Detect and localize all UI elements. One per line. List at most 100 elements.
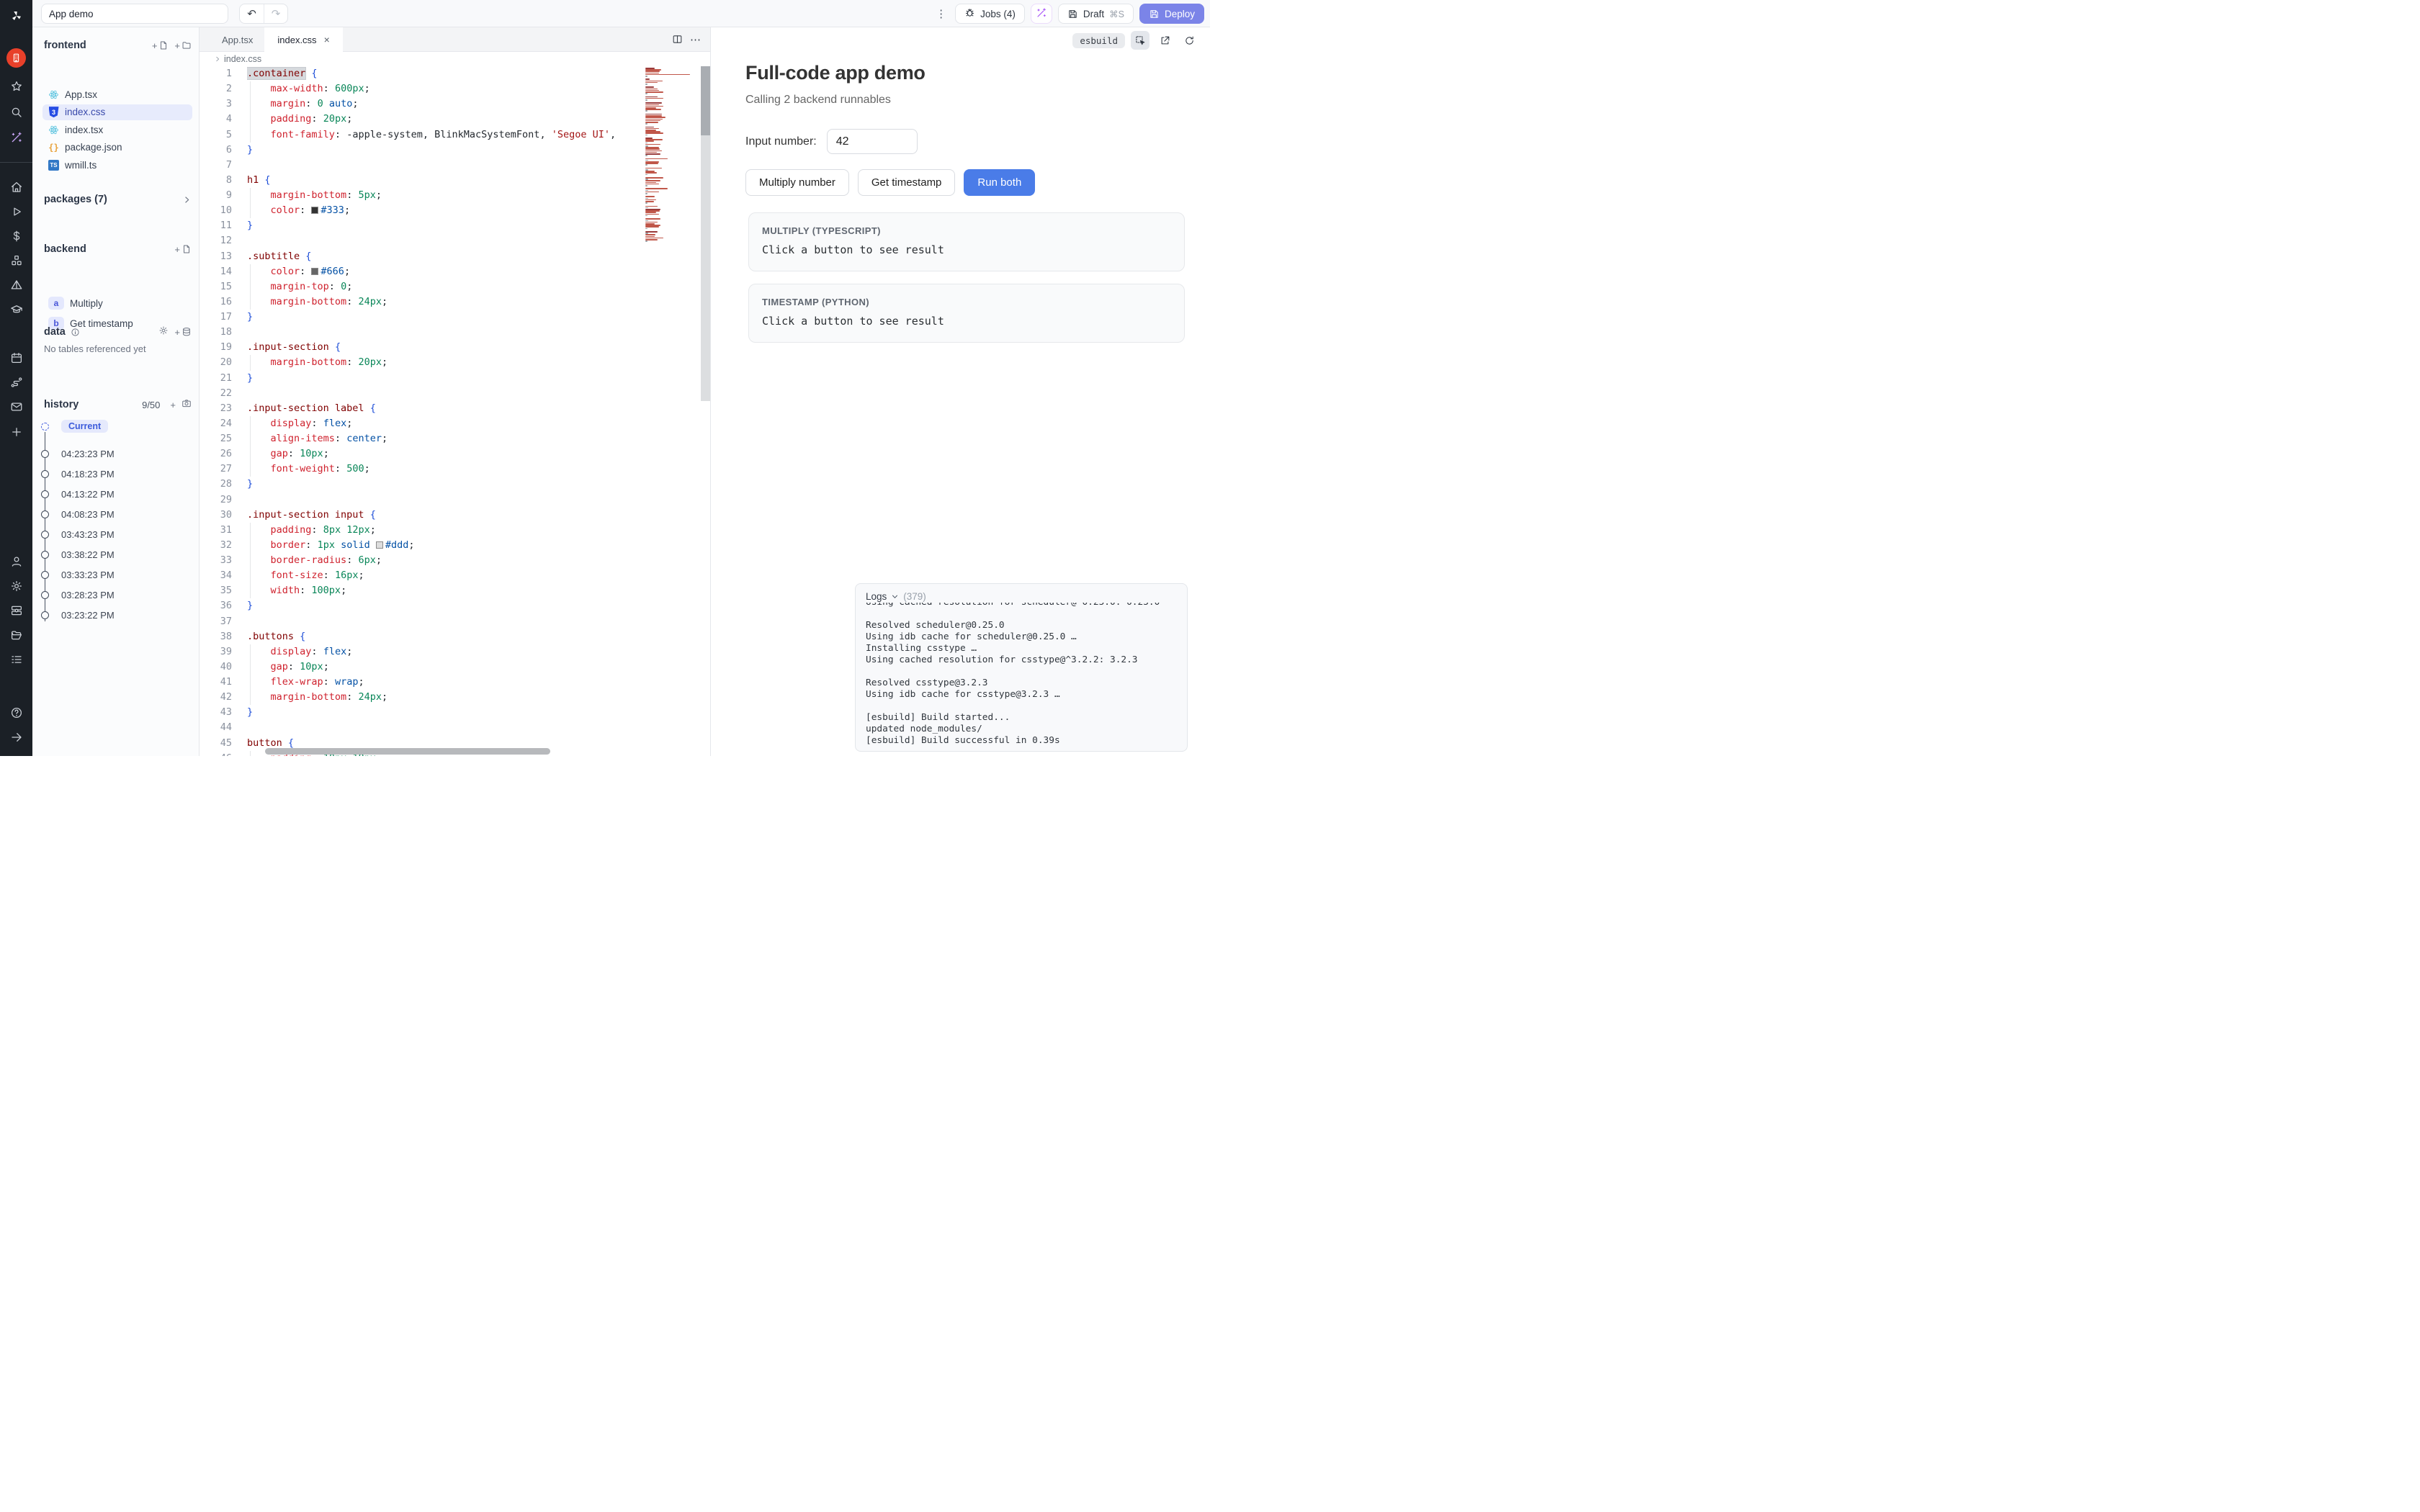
draft-shortcut: ⌘S [1109, 9, 1124, 19]
more-options-icon[interactable]: ⋯ [690, 33, 702, 46]
open-external-button[interactable] [1155, 31, 1174, 50]
code-line: color: #333; [247, 203, 652, 218]
history-entry[interactable]: 04:23:23 PM [41, 447, 115, 460]
frontend-actions: ++ [152, 40, 192, 51]
data-settings-gear-icon[interactable] [158, 325, 169, 338]
history-timestamp: 04:18:23 PM [61, 469, 115, 480]
minimap-line [645, 180, 660, 181]
history-entry[interactable]: 03:28:23 PM [41, 588, 115, 601]
app-preview-panel: esbuild Full-code app demo Calling 2 bac… [710, 27, 1210, 756]
history-entry[interactable]: 03:33:23 PM [41, 568, 115, 581]
file-item-App-tsx[interactable]: App.tsx [42, 86, 192, 102]
result-card-value: Click a button to see result [762, 315, 1171, 328]
history-dot-icon [41, 571, 49, 579]
folders-icon[interactable] [0, 625, 32, 645]
tab-App-tsx[interactable]: App.tsx [210, 27, 264, 52]
home-icon[interactable] [0, 177, 32, 197]
jobs-label: Jobs (4) [980, 9, 1016, 19]
file-item-index-css[interactable]: 3index.css [42, 104, 192, 120]
variables-dollar-icon[interactable] [0, 226, 32, 246]
left-rail [0, 0, 32, 756]
history-entry[interactable]: 04:13:22 PM [41, 487, 115, 500]
indent-guide [250, 583, 251, 598]
number-input[interactable] [827, 129, 918, 154]
refresh-button[interactable] [1180, 31, 1198, 50]
indent-guide [250, 203, 251, 218]
file-item-index-tsx[interactable]: index.tsx [42, 122, 192, 138]
history-count: 9/50 [142, 400, 160, 410]
triggers-prism-icon[interactable] [0, 275, 32, 295]
add-folder-button[interactable]: + [174, 40, 192, 51]
collapse-arrow-icon[interactable] [0, 727, 32, 747]
ai-assistant-button[interactable] [1031, 4, 1052, 24]
audit-list-icon[interactable] [0, 649, 32, 670]
workspace-badge[interactable] [6, 48, 26, 68]
help-icon[interactable] [0, 703, 32, 723]
history-entry[interactable]: 04:08:23 PM [41, 508, 115, 521]
history-current[interactable]: Current [41, 420, 108, 433]
kebab-menu-icon[interactable]: ⋮ [933, 7, 949, 20]
minimap-line [645, 214, 659, 215]
minimap-line [645, 71, 660, 72]
code-line: margin-bottom: 24px; [247, 690, 652, 705]
runs-play-icon[interactable] [0, 202, 32, 222]
camera-icon[interactable] [182, 398, 192, 411]
schedules-calendar-icon[interactable] [0, 348, 32, 368]
workers-icon[interactable] [0, 600, 32, 621]
vertical-scrollbar-thumb[interactable] [701, 66, 710, 135]
workspace-building-icon[interactable] [0, 48, 32, 68]
jobs-button[interactable]: Jobs (4) [955, 4, 1025, 24]
add-runnable-button[interactable]: + [174, 244, 192, 255]
search-icon[interactable] [0, 102, 32, 122]
settings-gear-icon[interactable] [0, 576, 32, 596]
add-plus-icon[interactable] [0, 422, 32, 442]
add-table-button[interactable]: + [174, 327, 192, 338]
code-line: margin-bottom: 20px; [247, 355, 652, 370]
draft-button[interactable]: Draft ⌘S [1058, 4, 1134, 24]
mail-icon[interactable] [0, 397, 32, 417]
history-entry[interactable]: 03:23:22 PM [41, 608, 115, 621]
redo-button[interactable]: ↷ [264, 4, 287, 23]
history-entry[interactable]: 04:18:23 PM [41, 467, 115, 480]
ai-wand-icon[interactable] [0, 127, 32, 148]
code-area[interactable]: 1234567891011121314151617181920212223242… [200, 66, 710, 756]
undo-button[interactable]: ↶ [240, 4, 264, 23]
select-cursor-button[interactable] [1131, 31, 1150, 50]
file-item-package-json[interactable]: {}package.json [42, 140, 192, 156]
result-card: TIMESTAMP (PYTHON)Click a button to see … [748, 284, 1185, 343]
get-timestamp-button[interactable]: Get timestamp [858, 169, 956, 196]
history-entry[interactable]: 03:38:22 PM [41, 548, 115, 561]
split-view-icon[interactable] [672, 34, 683, 45]
current-dot-icon [41, 423, 49, 431]
tab-index-css[interactable]: index.css× [264, 27, 342, 52]
app-name-input[interactable] [41, 4, 228, 24]
close-icon[interactable]: × [324, 34, 330, 45]
packages-row[interactable]: packages (7) [44, 194, 192, 205]
user-icon[interactable] [0, 552, 32, 572]
color-swatch [311, 207, 318, 214]
log-line: [esbuild] Build started... [866, 712, 1181, 724]
history-timestamp: 03:23:22 PM [61, 610, 115, 621]
horizontal-scrollbar-thumb[interactable] [265, 748, 550, 755]
file-item-wmill-ts[interactable]: TSwmill.ts [42, 157, 192, 173]
logs-body[interactable]: Using cached resolution for scheduler@^0… [866, 603, 1181, 748]
flows-route-icon[interactable] [0, 372, 32, 392]
learn-cap-icon[interactable] [0, 300, 32, 320]
run-both-button[interactable]: Run both [964, 169, 1035, 196]
history-entry[interactable]: 03:43:23 PM [41, 528, 115, 541]
line-number: 24 [200, 416, 232, 431]
log-line [866, 666, 1181, 678]
favorites-star-icon[interactable] [0, 76, 32, 96]
windmill-logo-icon[interactable] [0, 6, 32, 26]
runnable-multiply[interactable]: aMultiply [42, 295, 192, 311]
add-file-button[interactable]: + [152, 40, 169, 51]
multiply-number-button[interactable]: Multiply number [745, 169, 849, 196]
indent-guide [250, 81, 251, 96]
deploy-button[interactable]: Deploy [1139, 4, 1204, 24]
breadcrumb[interactable]: index.css [200, 52, 710, 66]
add-snapshot-button[interactable]: + [170, 400, 176, 410]
logs-header[interactable]: Logs (379) [856, 584, 1187, 603]
minimap[interactable] [645, 68, 693, 242]
resources-cubes-icon[interactable] [0, 251, 32, 271]
current-chip: Current [61, 420, 108, 433]
